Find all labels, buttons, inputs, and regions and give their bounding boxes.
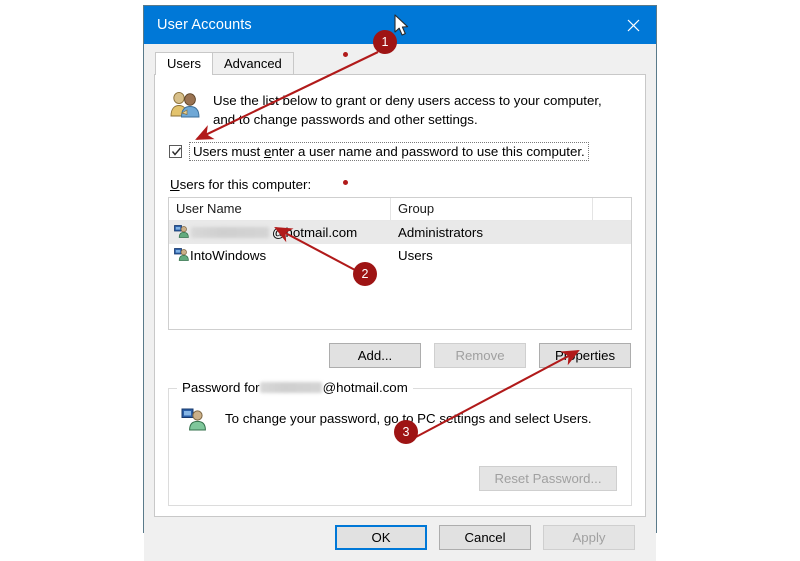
password-info-row: To change your password, go to PC settin… <box>181 407 619 436</box>
reset-password-row: Reset Password... <box>181 466 619 491</box>
tab-users[interactable]: Users <box>155 52 213 75</box>
properties-button[interactable]: Properties <box>539 343 631 368</box>
checkbox-box[interactable] <box>169 145 182 158</box>
password-info-text: To change your password, go to PC settin… <box>225 411 592 426</box>
tab-advanced[interactable]: Advanced <box>211 52 294 74</box>
user-account-icon <box>174 224 191 241</box>
user-row-hotmail-group: Administrators <box>398 225 483 240</box>
user-row-intowindows-label: IntoWindows <box>190 248 267 263</box>
checkbox-label-pre: Users must <box>193 144 264 159</box>
column-header-user-name[interactable]: User Name <box>169 198 391 220</box>
user-row-intowindows-name: IntoWindows <box>169 247 391 264</box>
tab-page-users: Use the list below to grant or deny user… <box>154 74 646 517</box>
user-list-label-rest: sers for this computer: <box>179 177 312 192</box>
tab-strip: Users Advanced <box>155 52 646 75</box>
checkbox-label[interactable]: Users must enter a user name and passwor… <box>189 142 589 161</box>
dialog-footer: OK Cancel Apply <box>154 525 646 550</box>
users-must-enter-checkbox[interactable]: Users must enter a user name and passwor… <box>169 142 632 161</box>
mouse-cursor <box>394 14 411 43</box>
intro-text: Use the list below to grant or deny user… <box>213 91 602 129</box>
user-row-intowindows-group: Users <box>398 248 433 263</box>
user-accounts-window: User Accounts Users Advanced Use the lis… <box>143 5 657 561</box>
user-list-button-row: Add... Remove Properties <box>168 343 632 368</box>
column-header-spacer <box>593 198 631 220</box>
user-list-label: Users for this computer: <box>170 177 312 192</box>
apply-button: Apply <box>543 525 635 550</box>
column-header-group[interactable]: Group <box>391 198 593 220</box>
add-button[interactable]: Add... <box>329 343 421 368</box>
redacted-account-name <box>259 382 322 393</box>
checkbox-label-post: nter a user name and password to use thi… <box>271 144 585 159</box>
user-account-icon <box>174 247 190 264</box>
intro-block: Use the list below to grant or deny user… <box>168 89 632 129</box>
ok-button[interactable]: OK <box>335 525 427 550</box>
intro-line-1: Use the list below to grant or deny user… <box>213 93 602 108</box>
close-icon[interactable] <box>610 6 656 44</box>
password-legend-pre: Password for <box>182 380 260 395</box>
user-row-hotmail-name: @hotmail.com <box>169 224 391 241</box>
password-group: Password for @hotmail.com To change your… <box>168 380 632 506</box>
intro-line-2: and to change passwords and other settin… <box>213 112 478 127</box>
user-row-intowindows[interactable]: IntoWindows Users <box>169 244 631 267</box>
user-row-hotmail-domain: @hotmail.com <box>272 225 358 240</box>
user-list[interactable]: User Name Group @hotmail.com Administrat… <box>168 197 632 330</box>
user-row-hotmail[interactable]: @hotmail.com Administrators <box>169 221 631 244</box>
window-client-area: Users Advanced Use the list below to gra… <box>144 44 656 561</box>
two-users-icon <box>168 89 202 124</box>
password-legend-post: @hotmail.com <box>322 380 408 395</box>
user-list-header: User Name Group <box>169 198 631 221</box>
window-title: User Accounts <box>157 17 252 33</box>
reset-password-button: Reset Password... <box>479 466 617 491</box>
remove-button: Remove <box>434 343 526 368</box>
cancel-button[interactable]: Cancel <box>439 525 531 550</box>
redacted-username <box>191 227 269 238</box>
user-password-icon <box>181 407 207 436</box>
password-group-legend: Password for @hotmail.com <box>177 380 413 395</box>
